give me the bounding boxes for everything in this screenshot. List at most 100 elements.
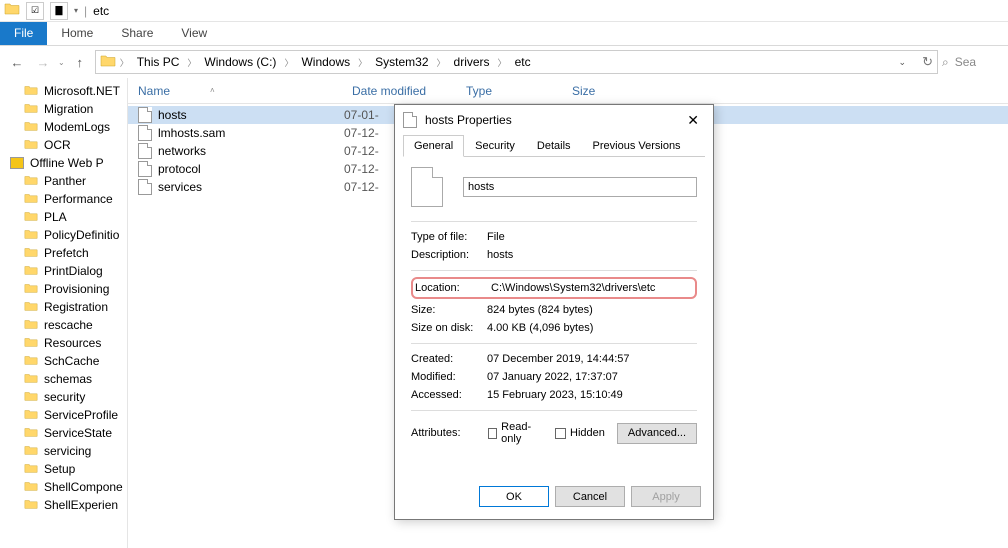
sidebar-item[interactable]: Migration [0, 100, 127, 118]
tab-previous-versions[interactable]: Previous Versions [582, 135, 692, 157]
sidebar-item-label: OCR [44, 138, 71, 152]
apply-button[interactable]: Apply [631, 486, 701, 507]
search-box[interactable]: ⌕ Sea [942, 55, 1002, 70]
crumb-thispc[interactable]: This PC [133, 53, 184, 71]
sidebar-item[interactable]: ServiceProfile [0, 406, 127, 424]
hidden-checkbox[interactable]: Hidden [555, 427, 605, 439]
tab-general[interactable]: General [403, 135, 464, 157]
sidebar-item[interactable]: Performance [0, 190, 127, 208]
tab-security[interactable]: Security [464, 135, 526, 157]
file-name: lmhosts.sam [158, 126, 344, 140]
tab-view[interactable]: View [167, 22, 221, 45]
dialog-footer: OK Cancel Apply [395, 478, 713, 519]
search-icon: ⌕ [942, 55, 949, 70]
sidebar-item[interactable]: OCR [0, 136, 127, 154]
sidebar-item[interactable]: Panther [0, 172, 127, 190]
sidebar-item[interactable]: Offline Web P [0, 154, 127, 172]
crumb-etc[interactable]: etc [511, 53, 535, 71]
ok-button[interactable]: OK [479, 486, 549, 507]
chevron-right-icon[interactable]: 〉 [435, 56, 448, 69]
title-separator: | [84, 4, 87, 18]
address-dropdown-icon[interactable]: ⌄ [899, 57, 907, 68]
folder-icon [24, 461, 38, 478]
crumb-drivers[interactable]: drivers [450, 53, 494, 71]
tab-share[interactable]: Share [107, 22, 167, 45]
dialog-tabs: General Security Details Previous Versio… [403, 135, 705, 157]
sidebar-item-label: Registration [44, 300, 108, 314]
sidebar-item[interactable]: security [0, 388, 127, 406]
tab-home[interactable]: Home [47, 22, 107, 45]
folder-icon [24, 191, 38, 208]
folder-icon [24, 263, 38, 280]
sidebar-item[interactable]: PLA [0, 208, 127, 226]
qat-properties-icon[interactable]: ☑ [26, 2, 44, 20]
nav-bar: ← → ⌄ ↑ 〉 This PC 〉 Windows (C:) 〉 Windo… [0, 46, 1008, 78]
filename-input[interactable] [463, 177, 697, 197]
sidebar-item[interactable]: Provisioning [0, 280, 127, 298]
sidebar-item[interactable]: ModemLogs [0, 118, 127, 136]
sidebar-item[interactable]: servicing [0, 442, 127, 460]
col-date[interactable]: Date modified [342, 84, 456, 98]
location-highlight: Location:C:\Windows\System32\drivers\etc [411, 277, 697, 299]
properties-dialog: hosts Properties ✕ General Security Deta… [394, 104, 714, 520]
address-bar[interactable]: 〉 This PC 〉 Windows (C:) 〉 Windows 〉 Sys… [95, 50, 938, 74]
chevron-right-icon[interactable]: 〉 [185, 56, 198, 69]
readonly-checkbox[interactable]: Read-only [488, 421, 543, 445]
crumb-c[interactable]: Windows (C:) [200, 53, 280, 71]
tab-file[interactable]: File [0, 22, 47, 45]
sidebar-item[interactable]: ShellCompone [0, 478, 127, 496]
sidebar-item[interactable]: PolicyDefinitio [0, 226, 127, 244]
sidebar-item[interactable]: Microsoft.NET [0, 82, 127, 100]
sidebar-item[interactable]: Setup [0, 460, 127, 478]
sidebar-item[interactable]: ShellExperien [0, 496, 127, 514]
folder-icon [24, 335, 38, 352]
sidebar-item[interactable]: ServiceState [0, 424, 127, 442]
col-type[interactable]: Type [456, 84, 562, 98]
file-name: networks [158, 144, 344, 158]
history-dropdown-icon[interactable]: ⌄ [58, 58, 65, 67]
chevron-right-icon[interactable]: 〉 [282, 56, 295, 69]
search-placeholder: Sea [955, 55, 976, 69]
advanced-button[interactable]: Advanced... [617, 423, 697, 444]
sidebar-item[interactable]: PrintDialog [0, 262, 127, 280]
crumb-system32[interactable]: System32 [371, 53, 432, 71]
sidebar-item-label: Microsoft.NET [44, 84, 120, 98]
tab-details[interactable]: Details [526, 135, 582, 157]
sidebar-item[interactable]: Prefetch [0, 244, 127, 262]
folder-icon [24, 173, 38, 190]
col-size[interactable]: Size [562, 84, 652, 98]
qat-newfolder-icon[interactable]: ▇ [50, 2, 68, 20]
sidebar-item[interactable]: rescache [0, 316, 127, 334]
file-icon [138, 179, 152, 195]
close-icon[interactable]: ✕ [681, 110, 705, 131]
folder-icon [24, 209, 38, 226]
folder-icon [24, 227, 38, 244]
sidebar-item[interactable]: Registration [0, 298, 127, 316]
chevron-right-icon[interactable]: 〉 [356, 56, 369, 69]
col-name[interactable]: Name ˄ [128, 84, 342, 98]
sidebar-item[interactable]: schemas [0, 370, 127, 388]
sidebar-item[interactable]: Resources [0, 334, 127, 352]
prop-label-modified: Modified: [411, 371, 487, 383]
chevron-right-icon[interactable]: 〉 [118, 56, 131, 69]
refresh-icon[interactable]: ↻ [922, 54, 933, 70]
sidebar-item-label: Provisioning [44, 282, 109, 296]
folder-icon [24, 317, 38, 334]
nav-tree[interactable]: Microsoft.NET MigrationModemLogs OCR Offlin… [0, 78, 128, 548]
back-button[interactable]: ← [6, 51, 28, 73]
sidebar-item[interactable]: SchCache [0, 352, 127, 370]
dialog-title-text: hosts Properties [425, 113, 512, 127]
dialog-titlebar[interactable]: hosts Properties ✕ [395, 105, 713, 135]
forward-button[interactable]: → [32, 51, 54, 73]
chevron-right-icon[interactable]: 〉 [496, 56, 509, 69]
prop-label-type: Type of file: [411, 231, 487, 243]
hidden-label: Hidden [570, 427, 605, 439]
file-icon [403, 112, 417, 128]
prop-label-desc: Description: [411, 249, 487, 261]
folder-icon [24, 281, 38, 298]
folder-icon [24, 137, 38, 154]
up-button[interactable]: ↑ [69, 51, 91, 73]
qat-dropdown-icon[interactable]: ▾ [74, 6, 78, 15]
crumb-windows[interactable]: Windows [297, 53, 354, 71]
cancel-button[interactable]: Cancel [555, 486, 625, 507]
